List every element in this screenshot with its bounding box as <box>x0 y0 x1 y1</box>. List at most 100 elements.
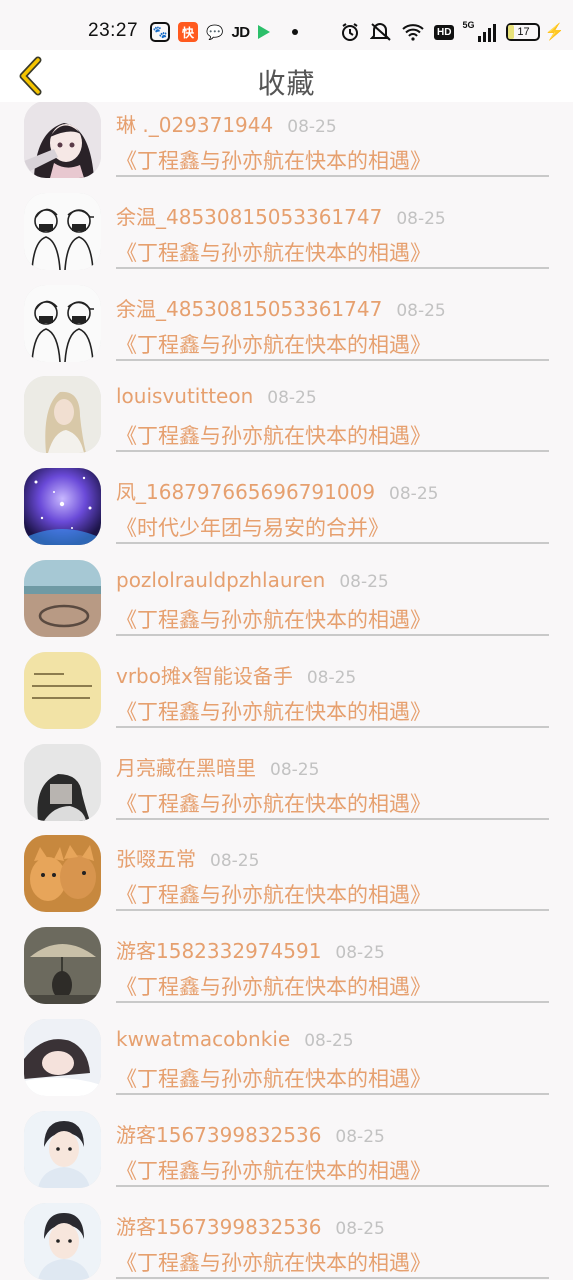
divider <box>116 542 549 545</box>
favorite-date: 08-25 <box>304 1030 354 1051</box>
divider <box>116 175 549 177</box>
favorite-date: 08-25 <box>270 759 320 780</box>
name-line: 游客1567399832536 08-25 <box>116 1211 385 1240</box>
avatar[interactable] <box>24 102 101 178</box>
list-item[interactable]: 张啜五常 08-25 《丁程鑫与孙亦航在快本的相遇》 <box>0 825 573 917</box>
book-title[interactable]: 《丁程鑫与孙亦航在快本的相遇》 <box>116 1155 431 1185</box>
divider <box>116 1092 549 1095</box>
list-item[interactable]: kwwatmacobnkie 08-25 《丁程鑫与孙亦航在快本的相遇》 <box>0 1009 573 1101</box>
user-name[interactable]: 游客1567399832536 <box>116 1215 321 1239</box>
book-title[interactable]: 《丁程鑫与孙亦航在快本的相遇》 <box>116 879 431 909</box>
name-line: 游客1582332974591 08-25 <box>116 935 385 964</box>
user-name[interactable]: 游客1567399832536 <box>116 1123 321 1147</box>
user-name[interactable]: vrbo摊x智能设备手 <box>116 664 293 688</box>
divider <box>116 266 549 269</box>
avatar[interactable] <box>24 835 101 913</box>
list-item[interactable]: 凤_168797665696791009 08-25 《时代少年团与易安的合并》 <box>0 458 573 550</box>
name-line: pozlolrauldpzhlauren 08-25 <box>116 568 389 592</box>
notification-icons: 🐾 快 💬 JD <box>150 20 298 44</box>
list-item[interactable]: 余温_48530815053361747 08-25 《丁程鑫与孙亦航在快本的相遇》 <box>0 183 573 275</box>
avatar[interactable] <box>24 559 101 637</box>
page-title: 收藏 <box>257 67 316 100</box>
avatar[interactable] <box>24 651 101 729</box>
list-item[interactable]: vrbo摊x智能设备手 08-25 《丁程鑫与孙亦航在快本的相遇》 <box>0 642 573 734</box>
more-notifications-dot-icon <box>291 29 298 35</box>
list-item[interactable]: 游客1567399832536 08-25 《丁程鑫与孙亦航在快本的相遇》 <box>0 1101 573 1193</box>
user-name[interactable]: 游客1582332974591 <box>116 939 321 963</box>
list-item[interactable]: 游客1582332974591 08-25 《丁程鑫与孙亦航在快本的相遇》 <box>0 917 573 1009</box>
wechat-icon: 💬 <box>206 23 224 40</box>
name-line: 余温_48530815053361747 08-25 <box>116 293 446 322</box>
name-line: 张啜五常 08-25 <box>116 843 259 872</box>
avatar[interactable] <box>24 1018 101 1096</box>
favorite-date: 08-25 <box>335 943 385 964</box>
mute-icon <box>370 23 391 41</box>
avatar[interactable] <box>24 743 101 821</box>
favorites-list[interactable]: 琳 ._029371944 08-25 《丁程鑫与孙亦航在快本的相遇》 余温_4853… <box>0 102 573 1280</box>
hd-badge: HD <box>434 24 455 40</box>
divider <box>116 1184 549 1187</box>
jd-icon: JD <box>231 23 250 41</box>
avatar[interactable] <box>24 468 101 546</box>
book-title[interactable]: 《丁程鑫与孙亦航在快本的相遇》 <box>116 420 431 450</box>
signal-icon: 5G <box>462 20 497 42</box>
user-name[interactable]: 月亮藏在黑暗里 <box>116 756 256 780</box>
avatar[interactable] <box>24 1110 101 1188</box>
system-icons: HD 5G 17 ⚡ <box>340 20 564 44</box>
charging-icon: ⚡ <box>544 24 565 41</box>
avatar[interactable] <box>24 927 101 1005</box>
battery-level: 17 <box>517 26 530 38</box>
network-label: 5G <box>462 20 475 30</box>
wifi-icon <box>402 24 424 41</box>
avatar[interactable] <box>24 1202 101 1280</box>
user-name[interactable]: 余温_48530815053361747 <box>116 297 382 321</box>
name-line: 琳 ._029371944 08-25 <box>116 109 337 138</box>
name-line: louisvutitteon 08-25 <box>116 384 317 408</box>
book-title[interactable]: 《丁程鑫与孙亦航在快本的相遇》 <box>116 329 431 359</box>
favorite-date: 08-25 <box>339 571 389 592</box>
user-name[interactable]: pozlolrauldpzhlauren <box>116 568 325 592</box>
divider <box>116 450 549 453</box>
user-name[interactable]: 余温_48530815053361747 <box>116 205 382 229</box>
avatar[interactable] <box>24 192 101 270</box>
favorite-date: 08-25 <box>396 300 446 321</box>
divider <box>116 817 549 820</box>
name-line: 月亮藏在黑暗里 08-25 <box>116 752 319 781</box>
book-title[interactable]: 《丁程鑫与孙亦航在快本的相遇》 <box>116 1063 431 1093</box>
book-title[interactable]: 《丁程鑫与孙亦航在快本的相遇》 <box>116 696 431 726</box>
divider <box>116 1001 549 1004</box>
list-item[interactable]: louisvutitteon 08-25 《丁程鑫与孙亦航在快本的相遇》 <box>0 366 573 458</box>
play-icon <box>257 25 270 39</box>
name-line: 余温_48530815053361747 08-25 <box>116 201 446 230</box>
book-title[interactable]: 《丁程鑫与孙亦航在快本的相遇》 <box>116 237 431 267</box>
name-line: kwwatmacobnkie 08-25 <box>116 1027 354 1051</box>
name-line: 游客1567399832536 08-25 <box>116 1119 385 1148</box>
user-name[interactable]: louisvutitteon <box>116 384 253 408</box>
avatar[interactable] <box>24 284 101 362</box>
status-bar: 23:27 🐾 快 💬 JD HD 5G 17 ⚡ <box>0 0 573 50</box>
user-name[interactable]: 琳 ._029371944 <box>116 113 273 137</box>
user-name[interactable]: 张啜五常 <box>116 847 196 871</box>
list-item[interactable]: pozlolrauldpzhlauren 08-25 《丁程鑫与孙亦航在快本的相遇》 <box>0 550 573 642</box>
favorite-date: 08-25 <box>287 117 337 137</box>
status-time: 23:27 <box>88 20 139 41</box>
book-title[interactable]: 《丁程鑫与孙亦航在快本的相遇》 <box>116 145 431 175</box>
book-title[interactable]: 《丁程鑫与孙亦航在快本的相遇》 <box>116 604 431 634</box>
book-title[interactable]: 《丁程鑫与孙亦航在快本的相遇》 <box>116 971 431 1001</box>
divider <box>116 725 549 728</box>
list-item[interactable]: 游客1567399832536 08-25 《丁程鑫与孙亦航在快本的相遇》 <box>0 1193 573 1280</box>
book-title[interactable]: 《时代少年团与易安的合并》 <box>116 512 389 542</box>
favorite-date: 08-25 <box>267 388 317 409</box>
user-name[interactable]: kwwatmacobnkie <box>116 1027 290 1051</box>
favorite-date: 08-25 <box>335 1126 385 1147</box>
baidu-icon: 🐾 <box>150 22 170 42</box>
list-item[interactable]: 琳 ._029371944 08-25 《丁程鑫与孙亦航在快本的相遇》 <box>0 102 573 183</box>
user-name[interactable]: 凤_168797665696791009 <box>116 480 375 504</box>
list-item[interactable]: 余温_48530815053361747 08-25 《丁程鑫与孙亦航在快本的相遇》 <box>0 275 573 367</box>
divider <box>116 633 549 636</box>
list-item[interactable]: 月亮藏在黑暗里 08-25 《丁程鑫与孙亦航在快本的相遇》 <box>0 734 573 826</box>
avatar[interactable] <box>24 376 101 454</box>
alarm-icon <box>342 23 358 41</box>
book-title[interactable]: 《丁程鑫与孙亦航在快本的相遇》 <box>116 788 431 818</box>
book-title[interactable]: 《丁程鑫与孙亦航在快本的相遇》 <box>116 1247 431 1277</box>
